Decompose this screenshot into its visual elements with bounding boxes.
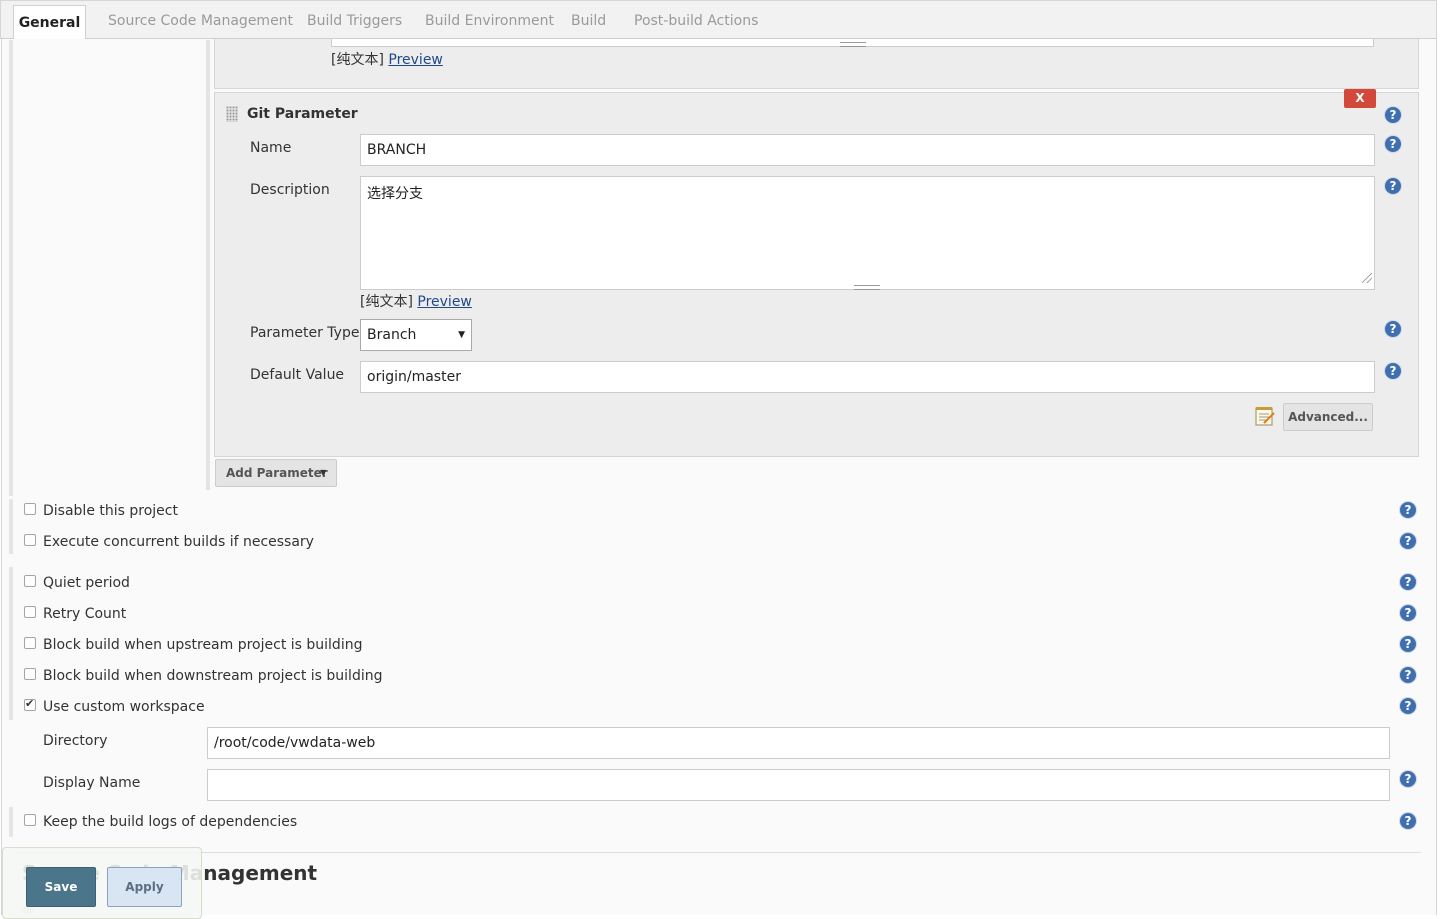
options-indent-bar-2 — [9, 567, 13, 720]
save-button[interactable]: Save — [26, 867, 96, 907]
quiet-period-checkbox[interactable] — [24, 575, 36, 587]
help-icon[interactable]: ? — [1385, 321, 1401, 337]
delete-parameter-button[interactable]: X — [1344, 89, 1376, 108]
parameter-indent-bar — [206, 40, 210, 490]
block-upstream-label: Block build when upstream project is bui… — [43, 637, 363, 653]
retry-count-label: Retry Count — [43, 606, 127, 622]
help-icon[interactable]: ? — [1400, 698, 1416, 714]
display-name-input[interactable] — [207, 769, 1390, 801]
resize-handle[interactable] — [854, 285, 880, 290]
parameter-type-select[interactable]: Branch ▼ — [360, 319, 472, 351]
name-label: Name — [250, 140, 292, 156]
directory-label: Directory — [43, 733, 108, 749]
tab-post-build-actions[interactable]: Post-build Actions — [634, 13, 758, 29]
tab-general[interactable]: General — [13, 5, 86, 41]
help-icon[interactable]: ? — [1400, 667, 1416, 683]
directory-input[interactable]: /root/code/vwdata-web — [207, 727, 1390, 759]
section-divider — [13, 852, 1421, 853]
notepad-icon[interactable] — [1254, 405, 1276, 427]
advanced-button[interactable]: Advanced... — [1283, 403, 1373, 431]
default-value-label: Default Value — [250, 367, 345, 383]
preview-link[interactable]: Preview — [388, 52, 443, 68]
help-icon[interactable]: ? — [1400, 533, 1416, 549]
options-indent-bar — [9, 499, 13, 554]
concurrent-builds-checkbox[interactable] — [24, 534, 36, 546]
help-icon[interactable]: ? — [1385, 363, 1401, 379]
keep-build-logs-checkbox[interactable] — [24, 814, 36, 826]
plain-text-label: [纯文本] — [331, 52, 384, 68]
caret-down-icon: ▼ — [320, 468, 327, 477]
add-parameter-label: Add Parameter — [226, 466, 328, 480]
help-icon[interactable]: ? — [1400, 636, 1416, 652]
parameter-type-label: Parameter Type — [250, 325, 360, 341]
textarea-resize-icon[interactable] — [1362, 273, 1372, 283]
retry-count-checkbox[interactable] — [24, 606, 36, 618]
help-icon[interactable]: ? — [1400, 502, 1416, 518]
help-icon[interactable]: ? — [1400, 574, 1416, 590]
help-icon[interactable]: ? — [1400, 771, 1416, 787]
parameter-label-column — [13, 40, 206, 496]
display-name-label: Display Name — [43, 775, 141, 791]
description-markup-line: [纯文本] Preview — [360, 291, 472, 311]
parameter-title: Git Parameter — [247, 106, 358, 122]
help-icon[interactable]: ? — [1385, 136, 1401, 152]
previous-markup-line: [纯文本] Preview — [331, 49, 443, 69]
apply-button[interactable]: Apply — [107, 867, 182, 907]
quiet-period-label: Quiet period — [43, 575, 130, 591]
add-parameter-button[interactable]: Add Parameter ▼ — [215, 459, 337, 487]
drag-handle-icon[interactable] — [226, 106, 238, 122]
options-indent-bar-3 — [9, 807, 13, 837]
tab-source-code-management[interactable]: Source Code Management — [108, 13, 293, 29]
help-icon[interactable]: ? — [1385, 178, 1401, 194]
tab-build-environment[interactable]: Build Environment — [425, 13, 554, 29]
chevron-down-icon: ▼ — [458, 330, 465, 340]
help-icon[interactable]: ? — [1400, 605, 1416, 621]
disable-project-checkbox[interactable] — [24, 503, 36, 515]
concurrent-builds-label: Execute concurrent builds if necessary — [43, 534, 314, 550]
tab-build[interactable]: Build — [571, 13, 606, 29]
help-icon[interactable]: ? — [1400, 813, 1416, 829]
parameter-type-value: Branch — [367, 327, 417, 343]
tab-bar: General Source Code Management Build Tri… — [0, 0, 1437, 41]
block-downstream-label: Block build when downstream project is b… — [43, 668, 383, 684]
block-upstream-checkbox[interactable] — [24, 637, 36, 649]
custom-workspace-label: Use custom workspace — [43, 699, 205, 715]
plain-text-label: [纯文本] — [360, 294, 413, 310]
block-downstream-checkbox[interactable] — [24, 668, 36, 680]
name-input[interactable]: BRANCH — [360, 134, 1375, 166]
custom-workspace-checkbox[interactable] — [24, 697, 36, 711]
description-label: Description — [250, 182, 330, 198]
description-textarea[interactable]: 选择分支 — [360, 176, 1375, 286]
resize-handle[interactable] — [840, 42, 866, 47]
preview-link[interactable]: Preview — [417, 294, 472, 310]
default-value-input[interactable]: origin/master — [360, 361, 1375, 393]
disable-project-label: Disable this project — [43, 503, 178, 519]
tab-build-triggers[interactable]: Build Triggers — [307, 13, 402, 29]
keep-build-logs-label: Keep the build logs of dependencies — [43, 814, 298, 830]
help-icon[interactable]: ? — [1385, 107, 1401, 123]
